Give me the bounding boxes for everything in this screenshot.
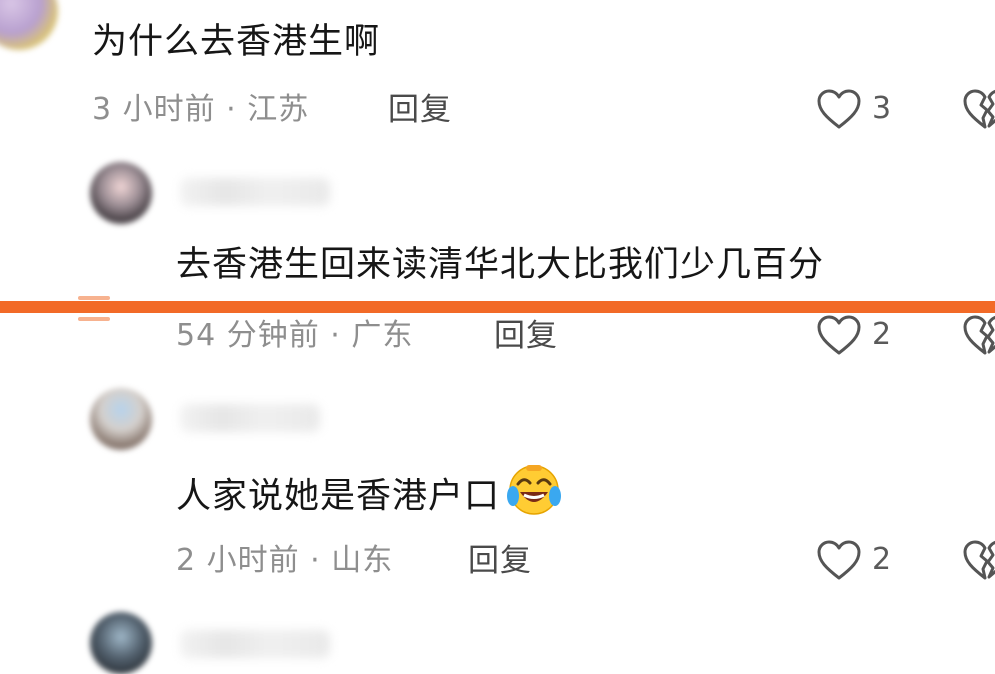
avatar[interactable] bbox=[90, 162, 152, 224]
dislike-button[interactable] bbox=[962, 88, 995, 130]
comment-location: 江苏 bbox=[247, 92, 310, 127]
comment-location: 广东 bbox=[351, 318, 414, 353]
broken-heart-icon bbox=[963, 540, 995, 580]
dislike-button[interactable] bbox=[962, 539, 995, 581]
reply-button[interactable]: 回复 bbox=[468, 542, 532, 580]
divider-stub bbox=[78, 296, 110, 300]
comment-text: 去香港生回来读清华北大比我们少几百分 bbox=[176, 245, 825, 285]
meta-separator: · bbox=[226, 92, 237, 127]
laughing-crying-emoji bbox=[506, 462, 562, 527]
avatar[interactable] bbox=[0, 0, 58, 50]
like-button[interactable]: 2 bbox=[816, 539, 891, 581]
highlight-bar bbox=[0, 301, 995, 313]
meta-separator: · bbox=[310, 543, 321, 578]
comment-time: 3 小时前 bbox=[92, 92, 216, 127]
like-button[interactable]: 2 bbox=[816, 314, 891, 356]
username-blurred[interactable] bbox=[180, 404, 320, 432]
heart-outline-icon bbox=[817, 89, 861, 129]
like-button[interactable]: 3 bbox=[816, 88, 891, 130]
comment-location: 山东 bbox=[331, 543, 394, 578]
heart-outline-icon bbox=[817, 315, 861, 355]
broken-heart-icon bbox=[963, 89, 995, 129]
meta-separator: · bbox=[330, 318, 341, 353]
avatar[interactable] bbox=[90, 388, 152, 450]
heart-outline-icon bbox=[817, 540, 861, 580]
like-count: 2 bbox=[872, 542, 892, 577]
avatar[interactable] bbox=[90, 612, 152, 674]
username-blurred[interactable] bbox=[180, 630, 330, 658]
comment-text: 人家说她是香港户口 bbox=[176, 465, 562, 527]
username-blurred[interactable] bbox=[180, 178, 330, 206]
reply-button[interactable]: 回复 bbox=[388, 91, 452, 129]
comment-time: 2 小时前 bbox=[176, 543, 300, 578]
comment-text: 为什么去香港生啊 bbox=[92, 22, 381, 62]
comment-meta: 54 分钟前 · 广东 bbox=[176, 317, 413, 355]
like-count: 2 bbox=[872, 317, 892, 352]
comment-meta: 3 小时前 · 江苏 bbox=[92, 91, 309, 129]
comment-text-content: 人家说她是香港户口 bbox=[176, 476, 501, 517]
broken-heart-icon bbox=[963, 315, 995, 355]
reply-button[interactable]: 回复 bbox=[494, 317, 558, 355]
comment-time: 54 分钟前 bbox=[176, 318, 320, 353]
divider-stub bbox=[78, 317, 110, 321]
comment-meta: 2 小时前 · 山东 bbox=[176, 542, 393, 580]
dislike-button[interactable] bbox=[962, 314, 995, 356]
like-count: 3 bbox=[872, 91, 892, 126]
